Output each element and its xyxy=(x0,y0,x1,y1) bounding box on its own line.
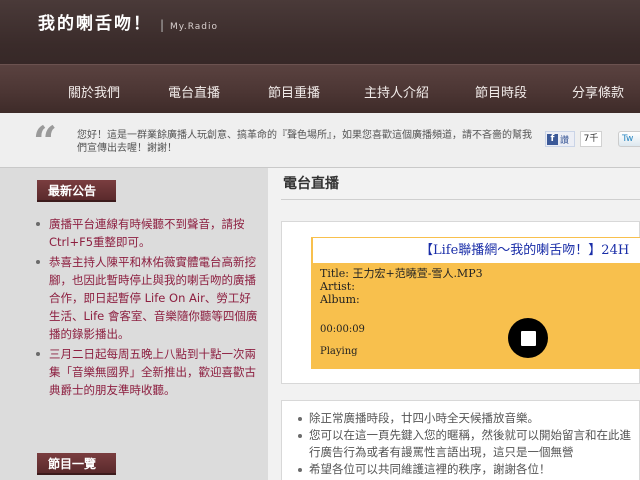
logo-text: 我的喇舌吻！ xyxy=(38,14,152,34)
nav-item-hosts[interactable]: 主持人介紹 xyxy=(364,82,429,101)
track-artist: Artist: xyxy=(320,280,355,293)
info-item: 您可以在這一頁先鍵入您的暱稱，然後就可以開始留言和在此進行廣告行為或者有謾罵性言… xyxy=(296,427,640,461)
site-logo[interactable]: 我的喇舌吻！ | My.Radio xyxy=(38,9,218,39)
main-nav: 關於我們 電台直播 節目重播 主持人介紹 節目時段 分享條款 xyxy=(0,64,640,113)
logo-subtitle: My.Radio xyxy=(170,22,219,32)
nav-item-share-terms[interactable]: 分享條款 xyxy=(572,82,624,101)
news-section-title: 最新公告 xyxy=(37,180,116,202)
station-marquee: 【Life聯播網～我的喇舌吻！】24H xyxy=(313,238,640,263)
program-section-title: 節目一覽 xyxy=(37,453,116,475)
info-list: 除正常廣播時段，廿四小時全天候播放音樂。 您可以在這一頁先鍵入您的暱稱，然後就可… xyxy=(296,410,640,480)
title-divider xyxy=(281,199,640,200)
track-album: Album: xyxy=(320,293,360,306)
news-list: 廣播平台連線有時候聽不到聲音，請按Ctrl+F5重整即可。 恭喜主持人陳平和林佑… xyxy=(36,215,258,401)
info-item: 除正常廣播時段，廿四小時全天候播放音樂。 xyxy=(296,410,640,427)
nav-item-replay[interactable]: 節目重播 xyxy=(268,82,320,101)
notice-bar: “ 您好！這是一群業餘廣播人玩創意、搞革命的『聲色場所』，如果您喜歡這個廣播頻道… xyxy=(0,113,640,168)
notice-text: 您好！這是一群業餘廣播人玩創意、搞革命的『聲色場所』，如果您喜歡這個廣播頻道，請… xyxy=(77,130,532,154)
facebook-like-button[interactable]: f 讚 xyxy=(545,131,575,147)
twitter-button[interactable]: Tw xyxy=(618,131,640,147)
track-info: Title: 王力宏+范曉萱-雪人.MP3 Artist: Album: xyxy=(320,267,483,306)
logo-separator: | xyxy=(160,18,165,32)
nav-item-about[interactable]: 關於我們 xyxy=(68,82,120,101)
stop-button[interactable] xyxy=(508,318,548,358)
stop-icon xyxy=(520,330,536,346)
facebook-icon: f xyxy=(547,133,558,145)
facebook-like-label: 讚 xyxy=(560,135,570,146)
page-title: 電台直播 xyxy=(283,176,339,192)
quote-icon: “ xyxy=(33,117,58,166)
nav-item-schedule[interactable]: 節目時段 xyxy=(475,82,527,101)
track-title: Title: 王力宏+范曉萱-雪人.MP3 xyxy=(320,267,483,280)
playback-time: 00:00:09 xyxy=(320,324,365,335)
site-header: 我的喇舌吻！ | My.Radio 關於我們 電台直播 節目重播 主持人介紹 節… xyxy=(0,0,640,113)
info-item: 希望各位可以共同維護這裡的秩序，謝謝各位！ xyxy=(296,461,640,478)
news-item[interactable]: 三月二日起每周五晚上八點到十點一次兩集「音樂無國界」全新推出，歡迎喜歡古典爵士的… xyxy=(36,345,258,399)
playback-status: Playing xyxy=(320,346,358,357)
news-item[interactable]: 廣播平台連線有時候聽不到聲音，請按Ctrl+F5重整即可。 xyxy=(36,215,258,251)
nav-item-live[interactable]: 電台直播 xyxy=(168,82,220,101)
news-item[interactable]: 恭喜主持人陳平和林佑薇實體電台高新挖腳，也因此暫時停止與我的喇舌吻的廣播合作，即… xyxy=(36,253,258,343)
facebook-like-count: 7千 xyxy=(580,131,602,147)
